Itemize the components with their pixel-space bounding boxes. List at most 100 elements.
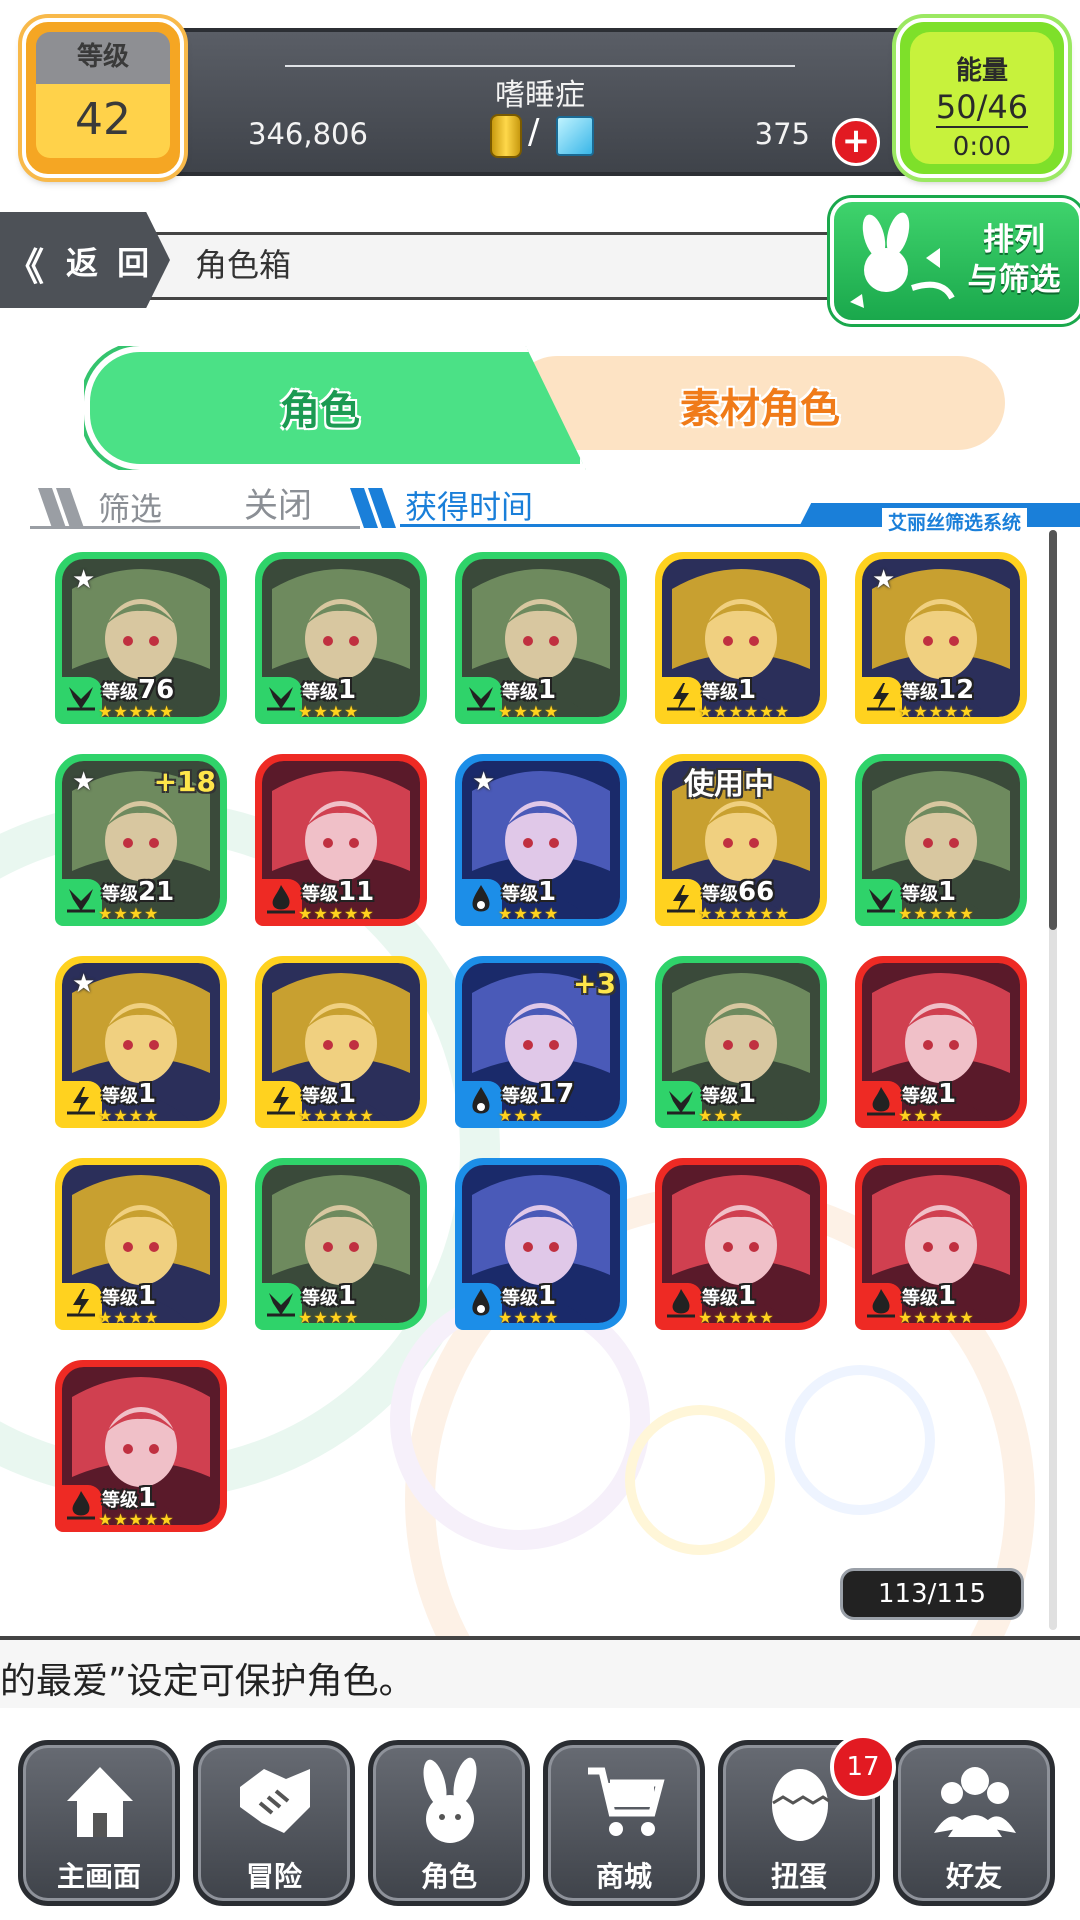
nav-label: 冒险 <box>245 1860 302 1893</box>
nav-button-bunny[interactable]: 角色 <box>368 1740 530 1906</box>
character-card[interactable]: 等级1 ★★★★ <box>255 552 427 724</box>
character-level: 等级1 <box>102 1483 157 1513</box>
nav-label: 角色 <box>420 1860 477 1893</box>
nav-button-cart[interactable]: 商城 <box>543 1740 705 1906</box>
thunder-element-icon <box>67 1289 95 1317</box>
fire-element-icon <box>867 1289 895 1318</box>
coin-icon <box>490 114 522 158</box>
character-card[interactable]: 等级1 ★★★★★★ <box>655 552 827 724</box>
wind-element-icon <box>867 889 895 913</box>
rarity-stars: ★★★★★ <box>898 702 975 721</box>
character-card[interactable]: ★ 等级1 ★★★★ <box>455 754 627 926</box>
back-label: 返 回 <box>66 244 154 282</box>
favorite-star-icon: ★ <box>472 767 496 797</box>
character-card[interactable]: 等级1 ★★★★ <box>455 552 627 724</box>
level-value: 42 <box>75 94 131 145</box>
character-level: 等级1 <box>902 1079 957 1109</box>
nav-label: 主画面 <box>56 1860 141 1893</box>
bunny-sort-icon <box>850 212 955 308</box>
player-name: 嗜睡症 <box>495 78 585 113</box>
character-card[interactable]: 等级1 ★★★★★ <box>855 1158 1027 1330</box>
handshake-icon <box>240 1769 310 1833</box>
character-card[interactable]: ★ 等级76 ★★★★★ <box>55 552 227 724</box>
character-card[interactable]: 等级1 ★★★★★ <box>255 956 427 1128</box>
rarity-stars: ★★★★ <box>98 904 160 923</box>
character-card[interactable]: 使用中 等级66 ★★★★★★ <box>655 754 827 926</box>
character-card[interactable]: +3 等级17 ★★★ <box>455 956 627 1128</box>
character-card[interactable]: 等级1 ★★★ <box>655 956 827 1128</box>
character-card[interactable]: 等级11 ★★★★★ <box>255 754 427 926</box>
gacha-notification-badge: 17 <box>830 1734 896 1800</box>
character-card[interactable]: ★ +18 等级21 ★★★★ <box>55 754 227 926</box>
rarity-stars: ★★★★ <box>98 1308 160 1327</box>
wind-element-icon <box>67 687 95 711</box>
character-card[interactable]: 等级1 ★★★ <box>855 956 1027 1128</box>
gem-amount: 375 <box>754 117 810 151</box>
tab-material-label: 素材角色 <box>680 386 840 432</box>
name-divider <box>285 65 795 67</box>
sort-filter-button[interactable]: 排列 与筛选 <box>830 198 1080 324</box>
thunder-element-icon <box>67 1087 95 1115</box>
character-level: 等级17 <box>502 1079 575 1109</box>
character-card[interactable]: 等级1 ★★★★★ <box>55 1360 227 1532</box>
page-title: 角色箱 <box>195 246 292 284</box>
wind-element-icon <box>467 687 495 711</box>
character-level: 等级1 <box>102 1281 157 1311</box>
rarity-stars: ★★★ <box>898 1106 945 1125</box>
rarity-stars: ★★★★ <box>498 702 560 721</box>
cart-icon <box>588 1767 665 1836</box>
nav-button-handshake[interactable]: 冒险 <box>193 1740 355 1906</box>
wind-element-icon <box>267 1293 295 1317</box>
water-element-icon <box>472 1289 490 1316</box>
rarity-stars: ★★★★ <box>298 1308 360 1327</box>
energy-box[interactable]: 能量 50/46 0:00 <box>896 18 1068 178</box>
sort-label-line2: 与筛选 <box>967 262 1061 298</box>
sort-order-button[interactable]: 获得时间 <box>405 482 533 528</box>
character-card[interactable]: 等级1 ★★★★ <box>55 1158 227 1330</box>
energy-label: 能量 <box>955 56 1008 86</box>
favorite-star-icon: ★ <box>72 969 96 999</box>
filter-button[interactable]: 筛选 <box>98 484 162 530</box>
character-card[interactable]: 等级1 ★★★★ <box>255 1158 427 1330</box>
nav-button-home[interactable]: 主画面 <box>18 1740 180 1906</box>
character-card[interactable]: 等级1 ★★★★ <box>455 1158 627 1330</box>
character-grid: ★ 等级76 ★★★★★ 等级1 ★★★★ 等级1 ★★★★ 等级1 ★★★★★★ ★ 等级12 ★★… <box>55 552 1035 1552</box>
home-icon <box>67 1767 133 1837</box>
scrollbar-thumb[interactable] <box>1049 530 1057 930</box>
egg-icon <box>772 1769 830 1841</box>
fire-element-icon <box>67 1491 95 1520</box>
character-card[interactable]: 等级1 ★★★★★ <box>855 754 1027 926</box>
crystal-icon <box>556 116 594 156</box>
rarity-stars: ★★★★ <box>498 904 560 923</box>
rarity-stars: ★★★★★ <box>698 1308 775 1327</box>
character-level: 等级1 <box>902 877 957 907</box>
buy-gems-button[interactable]: + <box>832 118 880 166</box>
character-level: 等级11 <box>302 877 375 907</box>
character-card[interactable]: ★ 等级1 ★★★★ <box>55 956 227 1128</box>
bottom-nav: 主画面 冒险 角色 商城 扭蛋 好友 <box>0 1708 1080 1920</box>
rarity-stars: ★★★★ <box>298 702 360 721</box>
gold-amount: 346,806 <box>248 117 368 151</box>
rarity-stars: ★★★★ <box>498 1308 560 1327</box>
rarity-stars: ★★★★★ <box>898 1308 975 1327</box>
nav-button-friends[interactable]: 好友 <box>893 1740 1055 1906</box>
double-chevron-left-icon: 《 <box>6 245 45 289</box>
tab-characters[interactable]: 角色 <box>84 346 586 470</box>
rarity-stars: ★★★★★ <box>98 1510 175 1529</box>
character-card[interactable]: 等级1 ★★★★★ <box>655 1158 827 1330</box>
tab-material-characters[interactable]: 素材角色 <box>510 356 1005 450</box>
water-element-icon <box>472 885 490 912</box>
nav-label: 好友 <box>945 1860 1002 1893</box>
rarity-stars: ★★★★★ <box>298 904 375 923</box>
rarity-stars: ★★★★★★ <box>698 904 791 923</box>
character-level: 等级1 <box>702 1281 757 1311</box>
thunder-element-icon <box>867 683 895 711</box>
character-level: 等级76 <box>102 675 175 705</box>
character-level: 等级1 <box>702 675 757 705</box>
wind-element-icon <box>267 687 295 711</box>
fire-element-icon <box>267 885 295 914</box>
character-card[interactable]: ★ 等级12 ★★★★★ <box>855 552 1027 724</box>
favorite-star-icon: ★ <box>872 565 896 595</box>
rarity-stars: ★★★★★ <box>898 904 975 923</box>
box-count: 113/115 <box>840 1568 1024 1620</box>
